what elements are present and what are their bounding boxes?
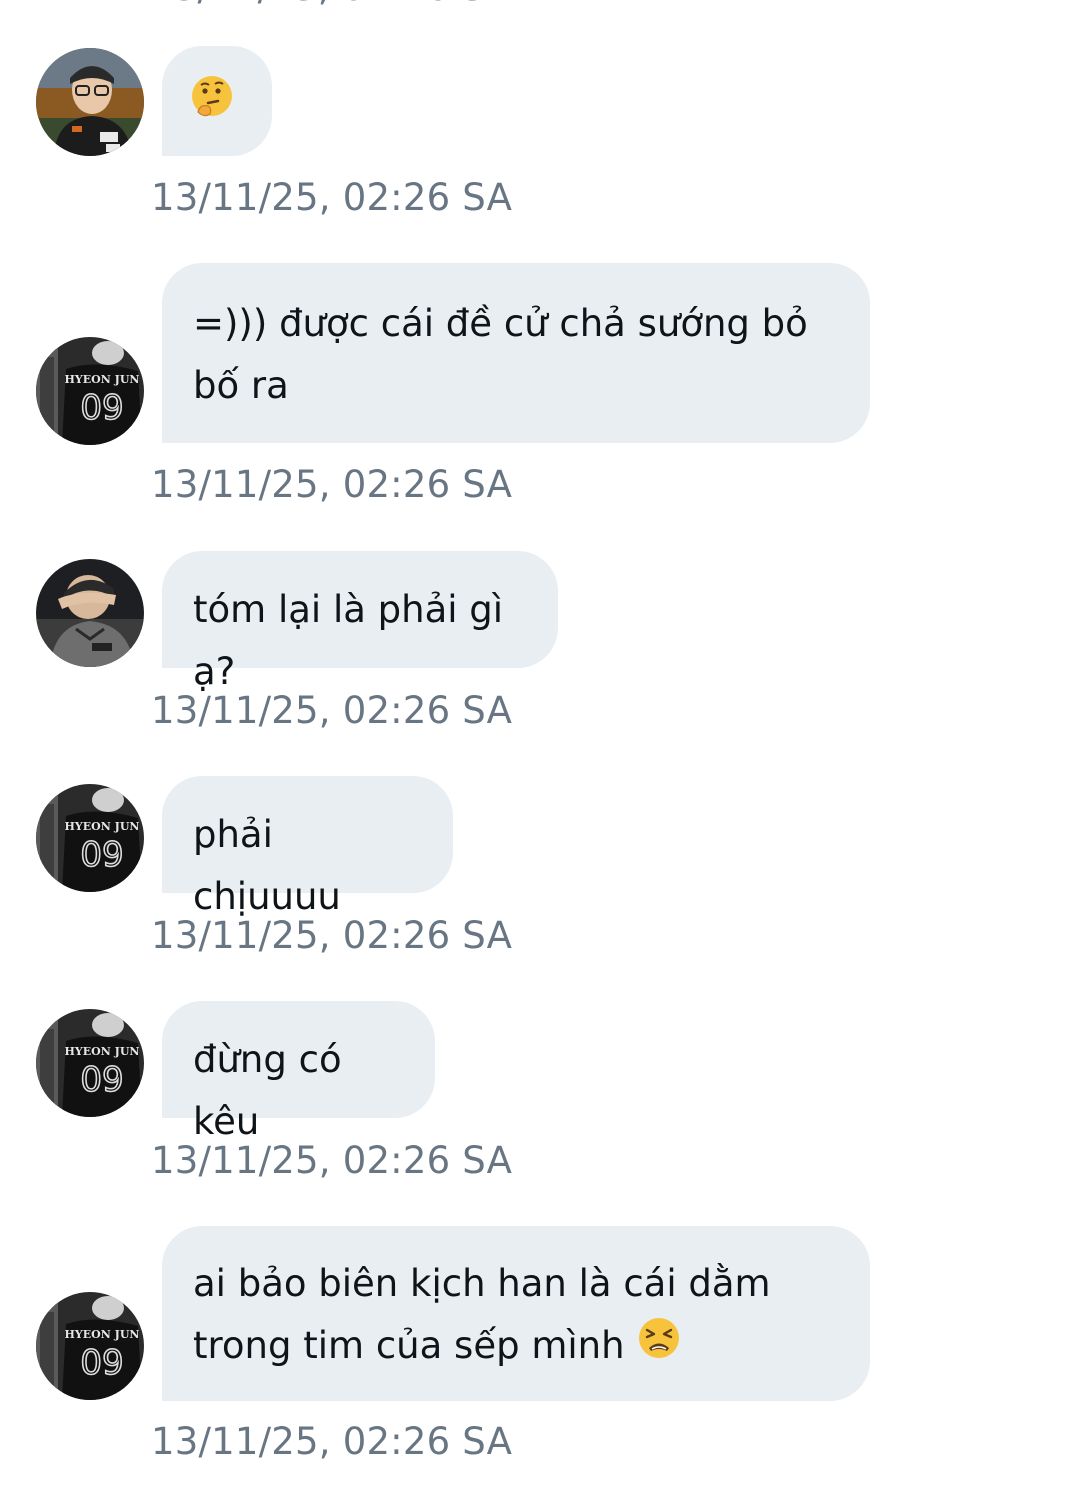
- message-item: HYEON JUN 09 phải chịuuuu 13/11/25, 02:2…: [0, 776, 1080, 957]
- message-text: =))) được cái đề cử chả sướng bỏ bố ra: [193, 302, 808, 407]
- jersey-number-text: 09: [80, 388, 123, 428]
- message-text: phải chịuuuu: [193, 813, 341, 918]
- timestamp: 13/11/25, 02:26 SA: [151, 1139, 513, 1182]
- jersey-number-text: 09: [80, 1060, 123, 1100]
- jersey-name-text: HYEON JUN: [65, 373, 140, 386]
- message-bubble[interactable]: phải chịuuuu: [162, 776, 453, 918]
- timestamp: 13/11/25, 02:26 SA: [151, 689, 513, 732]
- message-item: tóm lại là phải gì ạ? 13/11/25, 02:26 SA: [0, 551, 1080, 732]
- message-bubble[interactable]: =))) được cái đề cử chả sướng bỏ bố ra: [162, 263, 870, 443]
- message-text: tóm lại là phải gì ạ?: [193, 588, 504, 693]
- avatar-jersey-hyeon-jun-09[interactable]: HYEON JUN 09: [36, 337, 144, 445]
- previous-timestamp: 13/11/25, 02:26 SA: [150, 0, 511, 9]
- avatar-jersey-hyeon-jun-09[interactable]: HYEON JUN 09: [36, 1292, 144, 1400]
- timestamp: 13/11/25, 02:26 SA: [151, 914, 513, 957]
- message-bubble[interactable]: [162, 46, 272, 156]
- thinking-face-emoji: [188, 72, 236, 139]
- avatar-jersey-hyeon-jun-09[interactable]: HYEON JUN 09: [36, 784, 144, 892]
- message-bubble[interactable]: đừng có kêu: [162, 1001, 435, 1143]
- timestamp: 13/11/25, 02:26 SA: [151, 1420, 513, 1463]
- jersey-name-text: HYEON JUN: [65, 1045, 140, 1058]
- avatar-player-covering-face[interactable]: [36, 559, 144, 667]
- jersey-name-text: HYEON JUN: [65, 820, 140, 833]
- message-item: HYEON JUN 09 đừng có kêu 13/11/25, 02:26…: [0, 1001, 1080, 1182]
- message-bubble[interactable]: tóm lại là phải gì ạ?: [162, 551, 558, 693]
- tired-face-emoji: [636, 1315, 682, 1380]
- message-item: HYEON JUN 09 ai bảo biên kịch han là cái…: [0, 1226, 1080, 1496]
- timestamp: 13/11/25, 02:26 SA: [151, 463, 513, 506]
- message-bubble[interactable]: ai bảo biên kịch han là cái dằm trong ti…: [162, 1226, 870, 1401]
- timestamp: 13/11/25, 02:26 SA: [151, 176, 513, 219]
- message-item: 13/11/25, 02:26 SA: [0, 46, 1080, 226]
- message-text: ai bảo biên kịch han là cái dằm trong ti…: [193, 1262, 771, 1367]
- jersey-name-text: HYEON JUN: [65, 1328, 140, 1341]
- jersey-number-text: 09: [80, 1343, 123, 1383]
- message-text: đừng có kêu: [193, 1038, 342, 1143]
- message-item: HYEON JUN 09 =))) được cái đề cử chả sướ…: [0, 263, 1080, 513]
- avatar-jersey-hyeon-jun-09[interactable]: HYEON JUN 09: [36, 1009, 144, 1117]
- jersey-number-text: 09: [80, 835, 123, 875]
- avatar-glasses-player[interactable]: [36, 48, 144, 156]
